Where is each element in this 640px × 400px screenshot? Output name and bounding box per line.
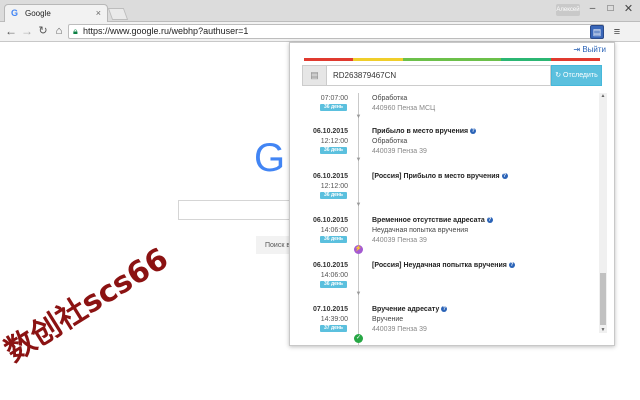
colorbar-segment (378, 58, 403, 61)
tab-strip: G Google × Алексей – □ ✕ (0, 0, 640, 22)
url-text: https://www.google.ru/webhp?authuser=1 (83, 26, 249, 36)
minimize-icon[interactable]: – (584, 2, 601, 16)
help-icon[interactable]: ? (441, 306, 448, 312)
tracking-timeline: 07:07:00 36 день Обработка 440960 Пенза МСЦ… (290, 93, 614, 345)
chevron-down-icon: ▼ (355, 157, 362, 163)
event-title: [Россия] Неудачная попытка вручения? (372, 262, 515, 269)
colorbar-segment (402, 58, 428, 61)
back-icon[interactable]: ← (4, 24, 18, 38)
tracker-extension-icon[interactable]: ▤ (590, 25, 604, 39)
check-icon: ✓ (354, 334, 363, 343)
watermark: 数创社scs66 (0, 241, 175, 370)
close-window-icon[interactable]: ✕ (620, 2, 637, 16)
profile-button[interactable]: Алексей (556, 4, 580, 16)
help-icon[interactable]: ? (508, 262, 515, 268)
colorbar-segment (328, 58, 354, 61)
new-tab-button[interactable] (107, 8, 129, 20)
google-search-input[interactable] (178, 200, 298, 220)
event-title: Прибыло в место вручения? (372, 128, 477, 135)
event-date: 07.10.2015 (312, 306, 348, 313)
days-badge: 36 день (320, 104, 347, 111)
lock-icon: 🔒︎ (73, 26, 78, 36)
event-address: 440039 Пенза 39 (372, 237, 427, 244)
forward-icon[interactable]: → (20, 24, 34, 38)
home-icon[interactable]: ⌂ (52, 24, 66, 38)
event-title: Временное отсутствие адресата? (372, 217, 493, 224)
status-color-bar (304, 58, 601, 61)
event-address: 440039 Пенза 39 (372, 326, 427, 333)
help-icon[interactable]: ? (486, 217, 493, 223)
colorbar-segment (427, 58, 453, 61)
event-date: 06.10.2015 (312, 217, 348, 224)
logout-link[interactable]: ⇥ Выйти (573, 45, 606, 54)
scrollbar[interactable]: ▲ ▼ (599, 93, 607, 333)
colorbar-segment (476, 58, 502, 61)
scroll-thumb[interactable] (600, 273, 606, 325)
days-badge: 37 день (320, 325, 347, 332)
list-icon[interactable]: ▤ (302, 65, 327, 86)
event-address: 440960 Пенза МСЦ (372, 105, 436, 112)
event-title: Вручение адресату? (372, 306, 448, 313)
event-date: 06.10.2015 (312, 128, 348, 135)
days-badge: 36 день (320, 147, 347, 154)
chevron-down-icon: ▼ (355, 202, 362, 208)
event-status: Обработка (372, 95, 408, 102)
tracking-popup: ⇥ Выйти ▤ RD263879467CN ↻ Отследить 07:0… (289, 42, 615, 346)
event-time: 14:06:00 (320, 227, 348, 234)
browser-toolbar: ← → ↻ ⌂ 🔒︎ https://www.google.ru/webhp?a… (0, 22, 640, 42)
tracking-form: ▤ RD263879467CN ↻ Отследить (302, 65, 602, 86)
tab-title: Google (25, 9, 51, 18)
scroll-up-icon[interactable]: ▲ (599, 93, 607, 99)
bolt-icon: ⚡ (354, 245, 363, 254)
colorbar-segment (353, 58, 379, 61)
event-time: 14:39:00 (320, 316, 348, 323)
google-logo: G (254, 136, 286, 180)
colorbar-segment (550, 58, 576, 61)
timeline-line (358, 93, 359, 345)
google-favicon-icon: G (11, 8, 19, 18)
scroll-down-icon[interactable]: ▼ (599, 327, 607, 333)
chevron-down-icon: ▼ (355, 114, 362, 120)
maximize-icon[interactable]: □ (602, 2, 619, 16)
event-time: 12:12:00 (320, 138, 348, 145)
tab-google[interactable]: G Google × (4, 4, 108, 22)
chevron-down-icon: ▼ (355, 291, 362, 297)
reload-icon[interactable]: ↻ (36, 24, 50, 38)
help-icon[interactable]: ? (470, 128, 477, 134)
days-badge: 36 день (320, 236, 347, 243)
address-bar[interactable]: 🔒︎ https://www.google.ru/webhp?authuser=… (68, 24, 604, 39)
event-status: Обработка (372, 138, 408, 145)
colorbar-segment (501, 58, 527, 61)
event-time: 14:06:00 (320, 272, 348, 279)
event-time: 12:12:00 (320, 183, 348, 190)
colorbar-segment (452, 58, 477, 61)
track-button-label: Отследить (563, 72, 598, 79)
track-button[interactable]: ↻ Отследить (551, 65, 602, 86)
days-badge: 36 день (320, 192, 347, 199)
event-title: [Россия] Прибыло в место вручения? (372, 173, 508, 180)
event-status: Вручение (372, 316, 404, 323)
help-icon[interactable]: ? (501, 173, 508, 179)
colorbar-segment (575, 58, 601, 61)
tracking-number-input[interactable]: RD263879467CN (327, 65, 551, 86)
chrome-menu-icon[interactable]: ≡ (610, 25, 624, 39)
event-time: 07:07:00 (320, 95, 348, 102)
colorbar-segment (304, 58, 329, 61)
event-status: Неудачная попытка вручения (372, 227, 469, 234)
event-address: 440039 Пенза 39 (372, 148, 427, 155)
event-date: 06.10.2015 (312, 173, 348, 180)
logout-label: Выйти (582, 45, 606, 54)
colorbar-segment (526, 58, 551, 61)
tab-close-icon[interactable]: × (96, 8, 101, 18)
days-badge: 36 день (320, 281, 347, 288)
event-date: 06.10.2015 (312, 262, 348, 269)
